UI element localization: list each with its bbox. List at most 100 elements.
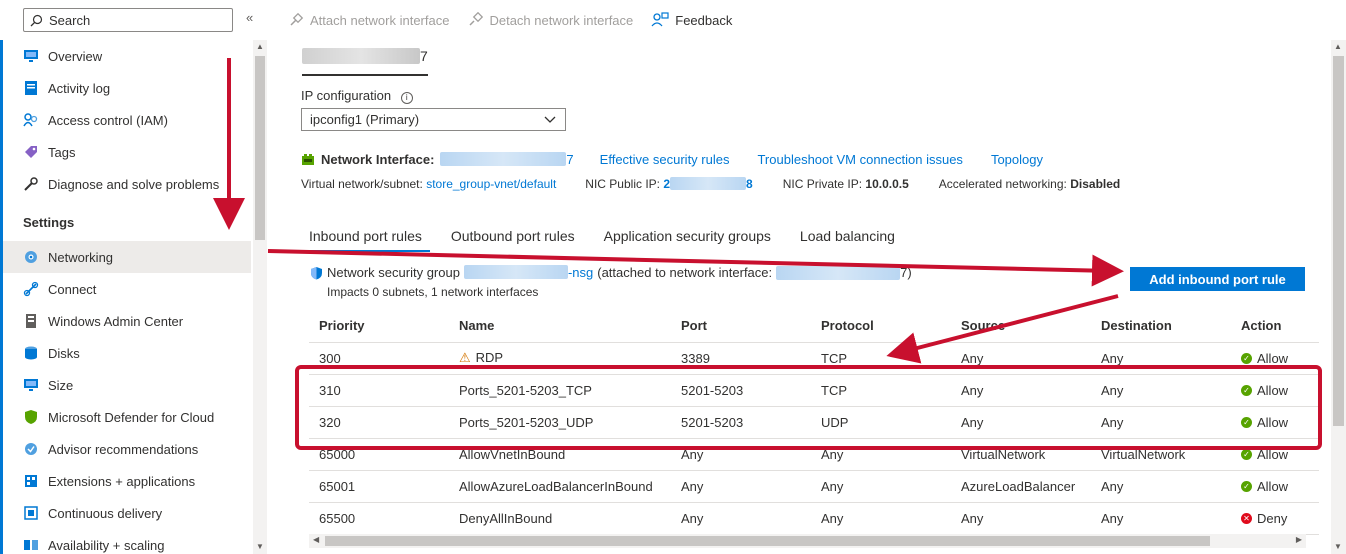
availability-icon — [22, 536, 40, 554]
cell-action: ✓ Allow — [1231, 438, 1319, 471]
scrollbar-thumb[interactable] — [1333, 56, 1344, 426]
sidebar-item-tags[interactable]: Tags — [3, 136, 251, 168]
cell-port: Any — [671, 438, 811, 471]
header-source[interactable]: Source — [951, 310, 1091, 343]
sidebar-item-label: Disks — [48, 345, 80, 361]
scroll-right-icon[interactable]: ▶ — [1296, 535, 1302, 544]
sidebar-scrollbar[interactable]: ▲ ▼ — [253, 40, 267, 554]
scrollbar-thumb[interactable] — [325, 536, 1210, 546]
cell-protocol-text: Any — [821, 446, 844, 462]
main-vertical-scrollbar[interactable]: ▲ ▼ — [1331, 40, 1346, 554]
scrollbar-thumb[interactable] — [255, 56, 265, 240]
sidebar-item-continuous-delivery[interactable]: Continuous delivery — [3, 497, 251, 529]
vnet-link[interactable]: store_group-vnet/default — [426, 177, 556, 191]
table-row[interactable]: 65000 AllowVnetInBound Any Any VirtualNetwor… — [309, 438, 1319, 471]
scroll-up-icon[interactable]: ▲ — [1334, 42, 1342, 51]
tab-outbound-port-rules[interactable]: Outbound port rules — [443, 224, 583, 252]
attach-network-interface-button[interactable]: Attach network interface — [288, 12, 449, 28]
cell-protocol-text: TCP — [821, 350, 847, 366]
search-placeholder: Search — [49, 12, 91, 28]
public-ip-link[interactable]: 28 — [663, 177, 753, 191]
main-content: 7 IP configuration i ipconfig1 (Primary)… — [288, 40, 1346, 554]
cell-port-text: Any — [681, 478, 704, 494]
cell-destination: Any — [1091, 502, 1231, 535]
cell-name-text: DenyAllInBound — [459, 510, 553, 526]
cell-protocol: TCP — [811, 374, 951, 407]
sidebar-item-connect[interactable]: Connect — [3, 273, 251, 305]
table-row[interactable]: 300 ⚠ RDP 3389 TCP Any Any ✓ Allow — [309, 342, 1319, 375]
header-destination[interactable]: Destination — [1091, 310, 1231, 343]
vm-name-suffix: 7 — [420, 48, 428, 64]
tab-load-balancing[interactable]: Load balancing — [792, 224, 903, 252]
feedback-button[interactable]: Feedback — [651, 12, 732, 28]
cell-name-text: RDP — [475, 350, 504, 365]
table-row[interactable]: 65500 DenyAllInBound Any Any Any Any ✕ Deny — [309, 502, 1319, 535]
add-inbound-port-rule-button[interactable]: Add inbound port rule — [1130, 267, 1305, 291]
sidebar-item-windows-admin-center[interactable]: Windows Admin Center — [3, 305, 251, 337]
feedback-label: Feedback — [675, 12, 733, 28]
sidebar-item-availability[interactable]: Availability + scaling — [3, 529, 251, 554]
table-row[interactable]: 310 Ports_5201-5203_TCP 5201-5203 TCP Any Any… — [309, 374, 1319, 407]
scroll-left-icon[interactable]: ◀ — [313, 535, 319, 544]
vm-name-tab[interactable]: 7 — [302, 48, 428, 76]
troubleshoot-link[interactable]: Troubleshoot VM connection issues — [757, 152, 962, 167]
table-horizontal-scrollbar[interactable]: ◀ ▶ — [309, 534, 1306, 548]
action-text: Allow — [1257, 414, 1289, 430]
cell-destination: Any — [1091, 470, 1231, 503]
action-indicator: ✓ Allow — [1241, 479, 1309, 494]
cell-priority: 300 — [309, 342, 449, 375]
cell-name: Ports_5201-5203_UDP — [449, 406, 671, 439]
cell-protocol-text: TCP — [821, 382, 847, 398]
sidebar-item-disks[interactable]: Disks — [3, 337, 251, 369]
detach-network-interface-button[interactable]: Detach network interface — [467, 12, 633, 28]
ip-configuration-dropdown[interactable]: ipconfig1 (Primary) — [301, 108, 566, 131]
action-text: Allow — [1257, 478, 1289, 494]
table-row[interactable]: 65001 AllowAzureLoadBalancerInBound Any Any… — [309, 470, 1319, 503]
topology-link[interactable]: Topology — [991, 152, 1043, 167]
sidebar-item-overview[interactable]: Overview — [3, 40, 251, 72]
nsg-link[interactable]: -nsg — [463, 265, 594, 280]
header-name[interactable]: Name — [449, 310, 671, 343]
sidebar-item-defender[interactable]: Microsoft Defender for Cloud — [3, 401, 251, 433]
collapse-sidebar-button[interactable]: « — [246, 10, 253, 25]
defender-icon — [22, 408, 40, 426]
attach-label: Attach network interface — [310, 12, 450, 28]
scroll-down-icon[interactable]: ▼ — [256, 542, 264, 551]
redacted-nic-link[interactable] — [776, 265, 901, 280]
cell-destination: Any — [1091, 374, 1231, 407]
tab-inbound-port-rules[interactable]: Inbound port rules — [301, 224, 430, 252]
nsg-suffix: -nsg — [567, 265, 594, 280]
table-row[interactable]: 320 Ports_5201-5203_UDP 5201-5203 UDP Any Any… — [309, 406, 1319, 439]
sidebar-item-extensions[interactable]: Extensions + applications — [3, 465, 251, 497]
header-protocol[interactable]: Protocol — [811, 310, 951, 343]
info-icon[interactable]: i — [400, 92, 413, 104]
cell-destination-text: Any — [1101, 350, 1124, 366]
cell-name-text: AllowAzureLoadBalancerInBound — [459, 478, 653, 494]
sidebar-item-advisor[interactable]: Advisor recommendations — [3, 433, 251, 465]
scroll-down-icon[interactable]: ▼ — [1334, 542, 1342, 551]
cell-action: ✕ Deny — [1231, 502, 1319, 535]
cell-priority-text: 320 — [319, 414, 341, 430]
sidebar-item-iam[interactable]: Access control (IAM) — [3, 104, 251, 136]
sidebar-item-size[interactable]: Size — [3, 369, 251, 401]
command-toolbar: Attach network interface Detach network … — [288, 0, 732, 40]
private-ip-label: NIC Private IP: — [782, 177, 863, 191]
search-input[interactable]: Search — [23, 8, 233, 32]
nic-name-link[interactable]: 7 — [440, 152, 574, 167]
cell-priority-text: 65500 — [319, 510, 356, 526]
sidebar-item-activity-log[interactable]: Activity log — [3, 72, 251, 104]
cell-priority: 320 — [309, 406, 449, 439]
cell-action: ✓ Allow — [1231, 342, 1319, 375]
scroll-up-icon[interactable]: ▲ — [256, 42, 264, 51]
sidebar-item-label: Connect — [48, 281, 97, 297]
cell-port-text: Any — [681, 446, 704, 462]
sidebar-item-diagnose[interactable]: Diagnose and solve problems — [3, 168, 251, 200]
tab-application-security-groups[interactable]: Application security groups — [596, 224, 779, 252]
settings-section-header: Settings — [23, 215, 75, 230]
continuous-delivery-icon — [22, 504, 40, 522]
header-port[interactable]: Port — [671, 310, 811, 343]
header-priority[interactable]: Priority — [309, 310, 449, 343]
effective-security-rules-link[interactable]: Effective security rules — [600, 152, 730, 167]
sidebar-item-networking[interactable]: Networking — [3, 241, 251, 273]
header-action[interactable]: Action — [1231, 310, 1319, 343]
